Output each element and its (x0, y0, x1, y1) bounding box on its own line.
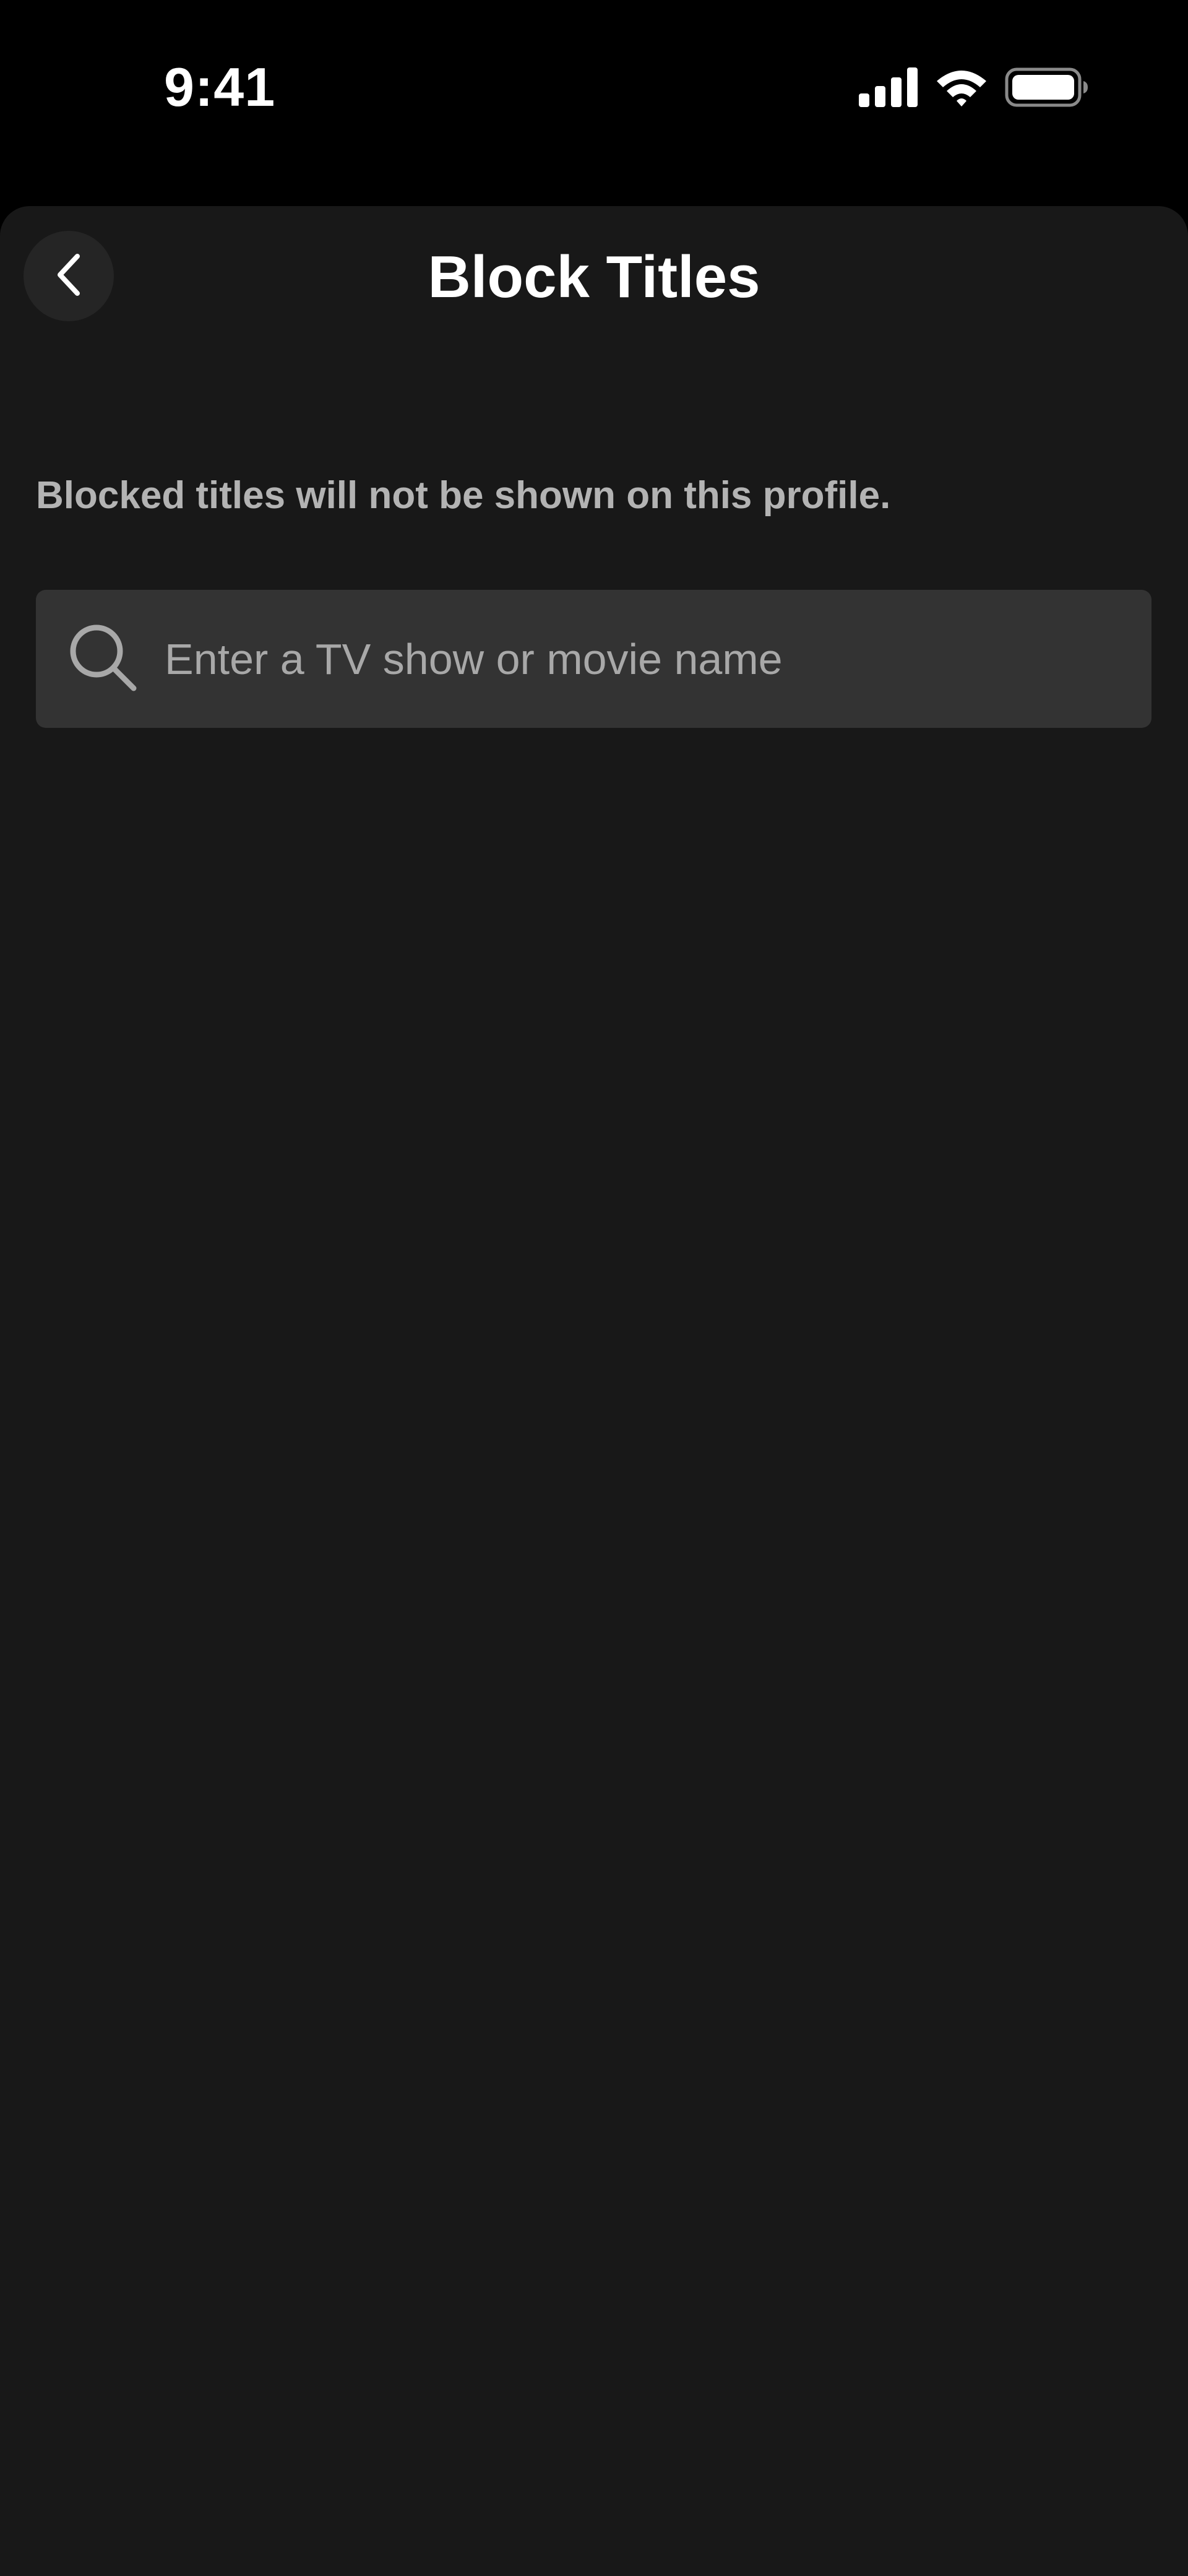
search-box[interactable] (36, 590, 1151, 728)
blocked-titles-description: Blocked titles will not be shown on this… (36, 474, 891, 517)
wifi-icon (934, 67, 989, 110)
page-title: Block Titles (428, 244, 760, 310)
battery-icon (1005, 67, 1089, 110)
search-icon (68, 623, 137, 695)
status-icons (859, 67, 1089, 110)
cellular-signal-icon (859, 67, 918, 110)
search-input[interactable] (163, 621, 1151, 697)
status-time: 9:41 (164, 56, 276, 118)
block-titles-sheet: Block Titles Blocked titles will not be … (0, 206, 1188, 2576)
status-bar: 9:41 (0, 0, 1188, 206)
